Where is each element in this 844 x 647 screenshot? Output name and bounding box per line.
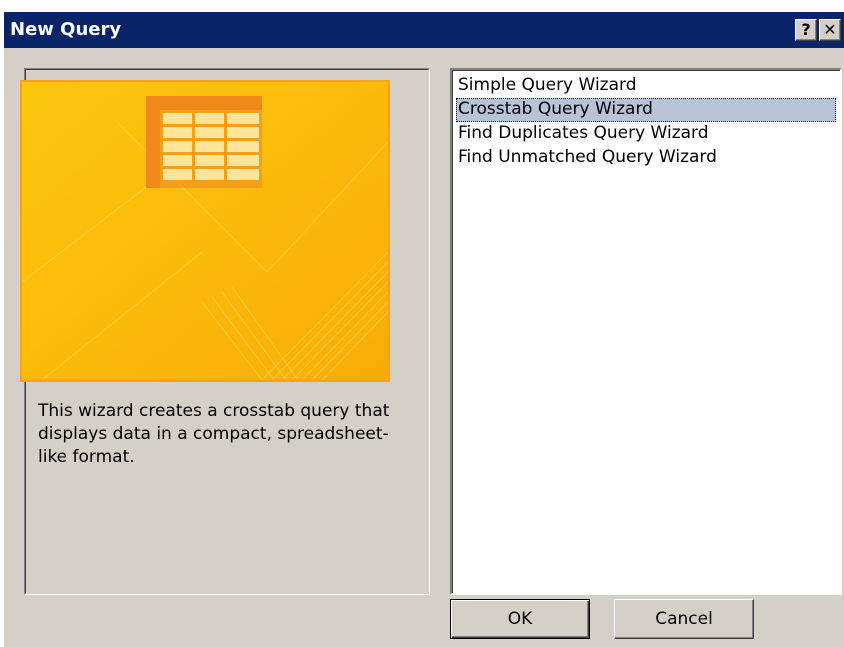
title-bar[interactable]: New Query ? ✕ <box>4 12 844 48</box>
help-icon: ? <box>801 20 811 39</box>
wizard-list[interactable]: Simple Query Wizard Crosstab Query Wizar… <box>450 68 842 595</box>
help-button[interactable]: ? <box>795 19 817 41</box>
ok-button[interactable]: OK <box>450 599 590 639</box>
new-query-dialog: New Query ? ✕ This wizard creates a cros… <box>4 12 844 647</box>
close-button[interactable]: ✕ <box>819 19 841 41</box>
close-icon: ✕ <box>823 20 837 39</box>
wizard-illustration <box>20 80 390 382</box>
list-item-crosstab-query-wizard[interactable]: Crosstab Query Wizard <box>456 98 836 122</box>
list-item-simple-query-wizard[interactable]: Simple Query Wizard <box>456 74 836 98</box>
list-item-find-duplicates-query-wizard[interactable]: Find Duplicates Query Wizard <box>456 122 836 146</box>
crosstab-illustration-graphic <box>22 82 388 380</box>
list-item-find-unmatched-query-wizard[interactable]: Find Unmatched Query Wizard <box>456 146 836 170</box>
window-title: New Query <box>10 19 122 40</box>
wizard-description: This wizard creates a crosstab query tha… <box>38 401 390 467</box>
cancel-button[interactable]: Cancel <box>614 599 754 639</box>
table-icon <box>146 96 262 188</box>
